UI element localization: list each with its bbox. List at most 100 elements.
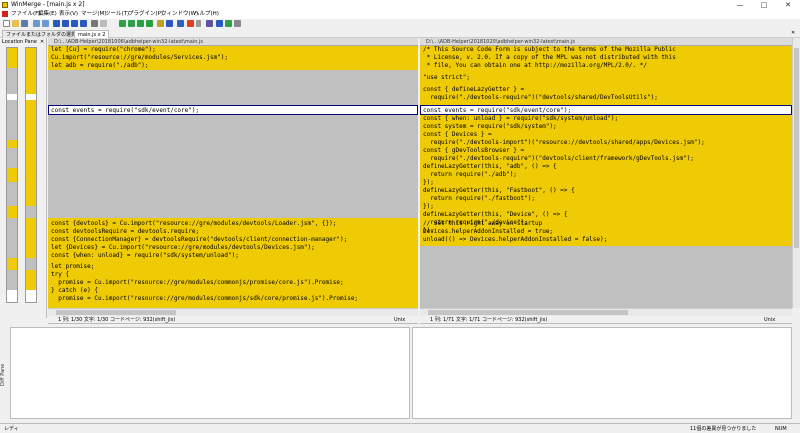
- left-code-line: const devtoolsRequire = devtools.require…: [51, 228, 200, 235]
- left-cursor-position: 1 列: 1/30 文字: 1/30 コードページ: 932(shift_jis…: [58, 317, 176, 323]
- left-code-line: const {when: unload} = require("sdk/syst…: [51, 252, 239, 259]
- location-pane-close-button[interactable]: ✕: [40, 39, 44, 45]
- vertical-scroll-thumb[interactable]: [794, 48, 799, 248]
- right-code-line: * License, v. 2.0. If a copy of the MPL …: [423, 54, 676, 61]
- left-code-line: Cu.import("resource://gre/modules/Servic…: [51, 54, 229, 61]
- diff-pane-right[interactable]: [412, 327, 792, 419]
- left-code-pane[interactable]: let [Cu] = require("chrome"); Cu.import("…: [48, 46, 418, 308]
- right-code-line: require("./devtools-require")("devtools/…: [423, 155, 694, 162]
- close-button[interactable]: ✕: [776, 0, 800, 10]
- open-icon[interactable]: [12, 20, 19, 27]
- left-code-line: let [Cu] = require("chrome");: [51, 46, 156, 53]
- window-title: WinMerge - [main.js x 2]: [11, 1, 85, 8]
- right-code-line: defineLazyGetter(this, "Fastboot", () =>…: [423, 187, 575, 194]
- minimize-button[interactable]: —: [728, 0, 752, 10]
- menu-help[interactable]: ヘルプ(H): [194, 11, 219, 18]
- right-code-line: const { gDevToolsBrowser } =: [423, 147, 525, 154]
- copy-left-icon[interactable]: [128, 20, 135, 27]
- right-code-line: // Set this right away on startup: [423, 220, 543, 227]
- left-code-line: const {ConnectionManager} = devtoolsRequ…: [51, 236, 348, 243]
- last-diff-icon[interactable]: [80, 20, 87, 27]
- left-code-line: let adb = require("./adb");: [51, 62, 149, 69]
- right-code-line: });: [423, 179, 434, 186]
- redo-icon[interactable]: [42, 20, 49, 27]
- options-dropdown-icon[interactable]: [196, 20, 201, 27]
- right-code-line: const { when: unload } = require("sdk/sy…: [423, 115, 619, 122]
- status-differences: 11個の差異が見つかりました: [690, 426, 757, 432]
- left-pane-status: 1 列: 1/30 文字: 1/30 コードページ: 932(shift_jis…: [48, 316, 418, 324]
- document-icon[interactable]: [2, 11, 8, 17]
- left-code-line: promise = Cu.import("resource://gre/modu…: [51, 279, 344, 286]
- status-num: NUM: [775, 426, 787, 432]
- compare-next-icon[interactable]: [225, 20, 232, 27]
- right-code-pane[interactable]: /* This Source Code Form is subject to t…: [420, 46, 792, 308]
- left-code-line: } catch (e) {: [51, 287, 98, 294]
- copy-right-icon[interactable]: [119, 20, 126, 27]
- right-code-line: require("./devtools-import")("resource:/…: [423, 139, 705, 146]
- diff-pane: Diff Pane: [0, 325, 800, 421]
- right-horizontal-scrollbar[interactable]: [420, 308, 792, 316]
- refresh-icon[interactable]: [177, 20, 184, 27]
- menu-plugins[interactable]: プラグイン(P): [128, 11, 163, 18]
- right-code-line: return require("./fastboot");: [423, 195, 535, 202]
- toolbar: [0, 19, 800, 29]
- winmerge-app-icon: [2, 2, 8, 8]
- right-code-line: const events = require("sdk/event/core")…: [423, 107, 572, 114]
- diff-pane-left[interactable]: [10, 327, 410, 419]
- left-code-line: try {: [51, 271, 70, 278]
- compare-icon[interactable]: [216, 20, 223, 27]
- left-file-path: D:\...\ADB-Helper\20181006\adbhelper-win…: [48, 38, 418, 46]
- menu-edit[interactable]: 編集(E): [38, 11, 57, 18]
- options-icon[interactable]: [187, 20, 194, 27]
- right-scroll-thumb[interactable]: [428, 310, 628, 315]
- right-cursor-position: 1 列: 1/71 文字: 1/71 コードページ: 932(shift_jis…: [430, 317, 548, 323]
- vertical-scrollbar[interactable]: [792, 38, 800, 308]
- location-left-bar[interactable]: [6, 47, 18, 303]
- menu-file[interactable]: ファイル(F): [11, 11, 40, 18]
- left-horizontal-scrollbar[interactable]: [48, 308, 418, 316]
- tab-select-files[interactable]: ファイルまたはフォルダの選択...: [2, 30, 85, 38]
- status-ready: レディ: [4, 426, 19, 432]
- maximize-button[interactable]: □: [752, 0, 776, 10]
- copy-right-advance-icon[interactable]: [137, 20, 144, 27]
- location-pane-title: Location Pane: [2, 39, 37, 45]
- menu-tools[interactable]: ツール(T): [105, 11, 129, 18]
- menu-window[interactable]: ウィンドウ(W): [161, 11, 198, 18]
- help-icon[interactable]: [234, 20, 241, 27]
- copy-left-advance-icon[interactable]: [146, 20, 153, 27]
- menu-view[interactable]: 表示(V): [59, 11, 78, 18]
- location-pane: Location Pane ✕: [0, 38, 47, 318]
- all-right-icon[interactable]: [157, 20, 164, 27]
- next-diff-icon[interactable]: [53, 20, 60, 27]
- filter-icon[interactable]: [206, 20, 213, 27]
- left-code-line: const events = require("sdk/event/core")…: [51, 107, 200, 114]
- all-left-icon[interactable]: [166, 20, 173, 27]
- next-conflict-icon[interactable]: [100, 20, 107, 27]
- right-code-line: unload(() => Devices.helperAddonInstalle…: [423, 236, 608, 243]
- first-diff-icon[interactable]: [71, 20, 78, 27]
- left-scroll-thumb[interactable]: [56, 310, 176, 315]
- status-bar: レディ 11個の差異が見つかりました NUM: [0, 423, 800, 433]
- right-file-path: D:\...\ADB-Helper\20181020\adbhelper-win…: [420, 38, 792, 46]
- undo-icon[interactable]: [33, 20, 40, 27]
- right-code-line: });: [423, 203, 434, 210]
- left-code-line: const {devtools} = Cu.import("resource:/…: [51, 220, 337, 227]
- tab-bar: ファイルまたはフォルダの選択... main.js x 2 ✕: [0, 29, 800, 38]
- right-eol-type: Unix: [764, 317, 776, 323]
- menu-merge[interactable]: マージ(M): [81, 11, 106, 18]
- diff-pane-label: Diff Pane: [0, 363, 6, 387]
- title-bar: WinMerge - [main.js x 2] — □ ✕: [0, 0, 800, 10]
- location-right-bar[interactable]: [25, 47, 37, 303]
- prev-diff-icon[interactable]: [62, 20, 69, 27]
- new-icon[interactable]: [3, 20, 10, 27]
- tab-close-button[interactable]: ✕: [791, 29, 795, 38]
- right-code-line: "use strict";: [423, 74, 470, 81]
- menu-bar: ファイル(F) 編集(E) 表示(V) マージ(M) ツール(T) プラグイン(…: [0, 10, 800, 19]
- current-diff-icon[interactable]: [91, 20, 98, 27]
- left-code-line: let {Devices} = Cu.import("resource://gr…: [51, 244, 315, 251]
- tab-main-js[interactable]: main.js x 2: [74, 30, 110, 38]
- right-code-line: const { defineLazyGetter } =: [423, 86, 525, 93]
- right-code-line: const { Devices } =: [423, 131, 492, 138]
- right-code-line: defineLazyGetter(this, "Device", () => {: [423, 211, 568, 218]
- save-icon[interactable]: [21, 20, 28, 27]
